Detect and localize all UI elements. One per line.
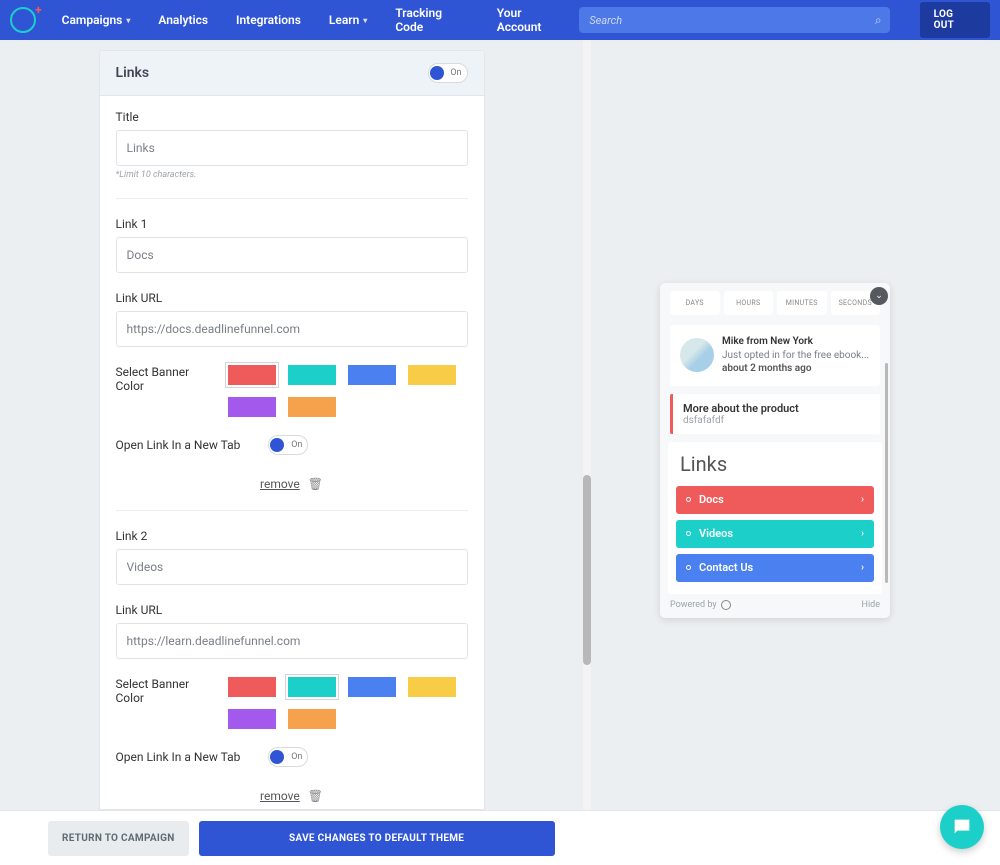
brand-logo: + <box>10 7 36 33</box>
search-icon: ⌕ <box>875 13 882 28</box>
chevron-right-icon: › <box>861 562 864 573</box>
preview-links-title: Links <box>680 452 874 476</box>
search-input[interactable] <box>579 7 889 33</box>
title-helper: *Limit 10 characters. <box>116 170 468 180</box>
preview-note: More about the product dsfafafdf <box>670 394 880 434</box>
link2-swatches <box>228 677 468 729</box>
title-input[interactable] <box>116 130 468 166</box>
preview-pane: DAYS HOURS MINUTES SECONDS ⌄ Mike from N… <box>583 40 1000 810</box>
preview-link-docs[interactable]: Docs› <box>676 486 874 514</box>
nav-account[interactable]: Your Account <box>483 0 580 40</box>
link1-url-input[interactable] <box>116 311 468 347</box>
timer-days: DAYS <box>670 291 720 315</box>
swatch-purple[interactable] <box>228 709 276 729</box>
trash-icon[interactable]: 🗑 <box>308 789 323 803</box>
preview-link-contact[interactable]: Contact Us› <box>676 554 874 582</box>
nav-learn[interactable]: Learn▾ <box>315 0 381 40</box>
link1-url-label: Link URL <box>116 291 468 305</box>
collapse-button[interactable]: ⌄ <box>870 287 888 305</box>
link2-url-input[interactable] <box>116 623 468 659</box>
note-body: dsfafafdf <box>683 415 870 426</box>
link2-name-input[interactable] <box>116 549 468 585</box>
proof-line: Just opted in for the free ebook... <box>722 349 869 363</box>
title-label: Title <box>116 110 468 124</box>
top-nav: + Campaigns▾ Analytics Integrations Lear… <box>0 0 1000 40</box>
preview-link-videos[interactable]: Videos› <box>676 520 874 548</box>
preview-timer: DAYS HOURS MINUTES SECONDS ⌄ <box>660 291 890 315</box>
swatch-blue[interactable] <box>348 677 396 697</box>
link1-swatches <box>228 365 468 417</box>
preview-widget: DAYS HOURS MINUTES SECONDS ⌄ Mike from N… <box>660 283 890 618</box>
nav-integrations[interactable]: Integrations <box>222 0 315 40</box>
swatch-teal[interactable] <box>288 677 336 697</box>
search-wrap: ⌕ <box>579 7 889 33</box>
chat-launcher[interactable] <box>940 805 984 849</box>
swatch-yellow[interactable] <box>408 677 456 697</box>
chevron-down-icon: ▾ <box>126 16 130 25</box>
editor-pane: Links On Title *Limit 10 characters. Lin… <box>0 40 583 810</box>
swatch-blue[interactable] <box>348 365 396 385</box>
links-enabled-toggle[interactable]: On <box>428 63 468 83</box>
link2-label: Link 2 <box>116 529 468 543</box>
link1-newtab-label: Open Link In a New Tab <box>116 438 241 452</box>
nav-tracking[interactable]: Tracking Code <box>381 0 482 40</box>
nav-analytics[interactable]: Analytics <box>144 0 222 40</box>
link1-label: Link 1 <box>116 217 468 231</box>
link2-newtab-toggle[interactable]: On <box>268 747 308 767</box>
timer-hours: HOURS <box>724 291 774 315</box>
swatch-orange[interactable] <box>288 709 336 729</box>
note-title: More about the product <box>683 402 870 415</box>
card-header: Links On <box>100 51 484 96</box>
chevron-right-icon: › <box>861 528 864 539</box>
avatar-icon <box>680 338 714 372</box>
swatch-orange[interactable] <box>288 397 336 417</box>
link2-url-label: Link URL <box>116 603 468 617</box>
card-title: Links <box>116 65 150 81</box>
chat-icon <box>951 816 973 838</box>
swatch-teal[interactable] <box>288 365 336 385</box>
hide-link[interactable]: Hide <box>862 600 880 610</box>
proof-name: Mike from New York <box>722 335 869 349</box>
links-card: Links On Title *Limit 10 characters. Lin… <box>99 50 485 810</box>
link2-color-label: Select Banner Color <box>116 677 200 705</box>
proof-time: about 2 months ago <box>722 362 869 376</box>
powered-by: Powered by <box>670 600 731 610</box>
brand-icon <box>721 600 731 610</box>
link1-remove[interactable]: remove <box>260 477 300 491</box>
chevron-down-icon: ⌄ <box>875 291 883 301</box>
save-button[interactable]: SAVE CHANGES TO DEFAULT THEME <box>199 821 555 856</box>
link2-newtab-label: Open Link In a New Tab <box>116 750 241 764</box>
swatch-purple[interactable] <box>228 397 276 417</box>
link2-remove[interactable]: remove <box>260 789 300 803</box>
nav-campaigns[interactable]: Campaigns▾ <box>48 0 145 40</box>
timer-minutes: MINUTES <box>777 291 827 315</box>
preview-scrollbar[interactable] <box>885 363 888 583</box>
chevron-right-icon: › <box>861 494 864 505</box>
editor-scrollbar-thumb[interactable] <box>583 475 591 665</box>
preview-links-section: Links Docs› Videos› Contact Us› <box>668 442 882 594</box>
preview-social-proof: Mike from New York Just opted in for the… <box>670 325 880 386</box>
swatch-red[interactable] <box>228 365 276 385</box>
link1-name-input[interactable] <box>116 237 468 273</box>
editor-scrollbar-track <box>583 40 591 810</box>
footer-bar: RETURN TO CAMPAIGN SAVE CHANGES TO DEFAU… <box>0 810 1000 865</box>
link1-color-label: Select Banner Color <box>116 365 200 393</box>
trash-icon[interactable]: 🗑 <box>308 477 323 491</box>
return-button[interactable]: RETURN TO CAMPAIGN <box>48 821 189 856</box>
link1-newtab-toggle[interactable]: On <box>268 435 308 455</box>
swatch-yellow[interactable] <box>408 365 456 385</box>
chevron-down-icon: ▾ <box>363 16 367 25</box>
nav-items: Campaigns▾ Analytics Integrations Learn▾… <box>48 0 580 40</box>
workspace: Links On Title *Limit 10 characters. Lin… <box>0 40 1000 810</box>
swatch-red[interactable] <box>228 677 276 697</box>
logout-button[interactable]: LOG OUT <box>920 2 990 38</box>
